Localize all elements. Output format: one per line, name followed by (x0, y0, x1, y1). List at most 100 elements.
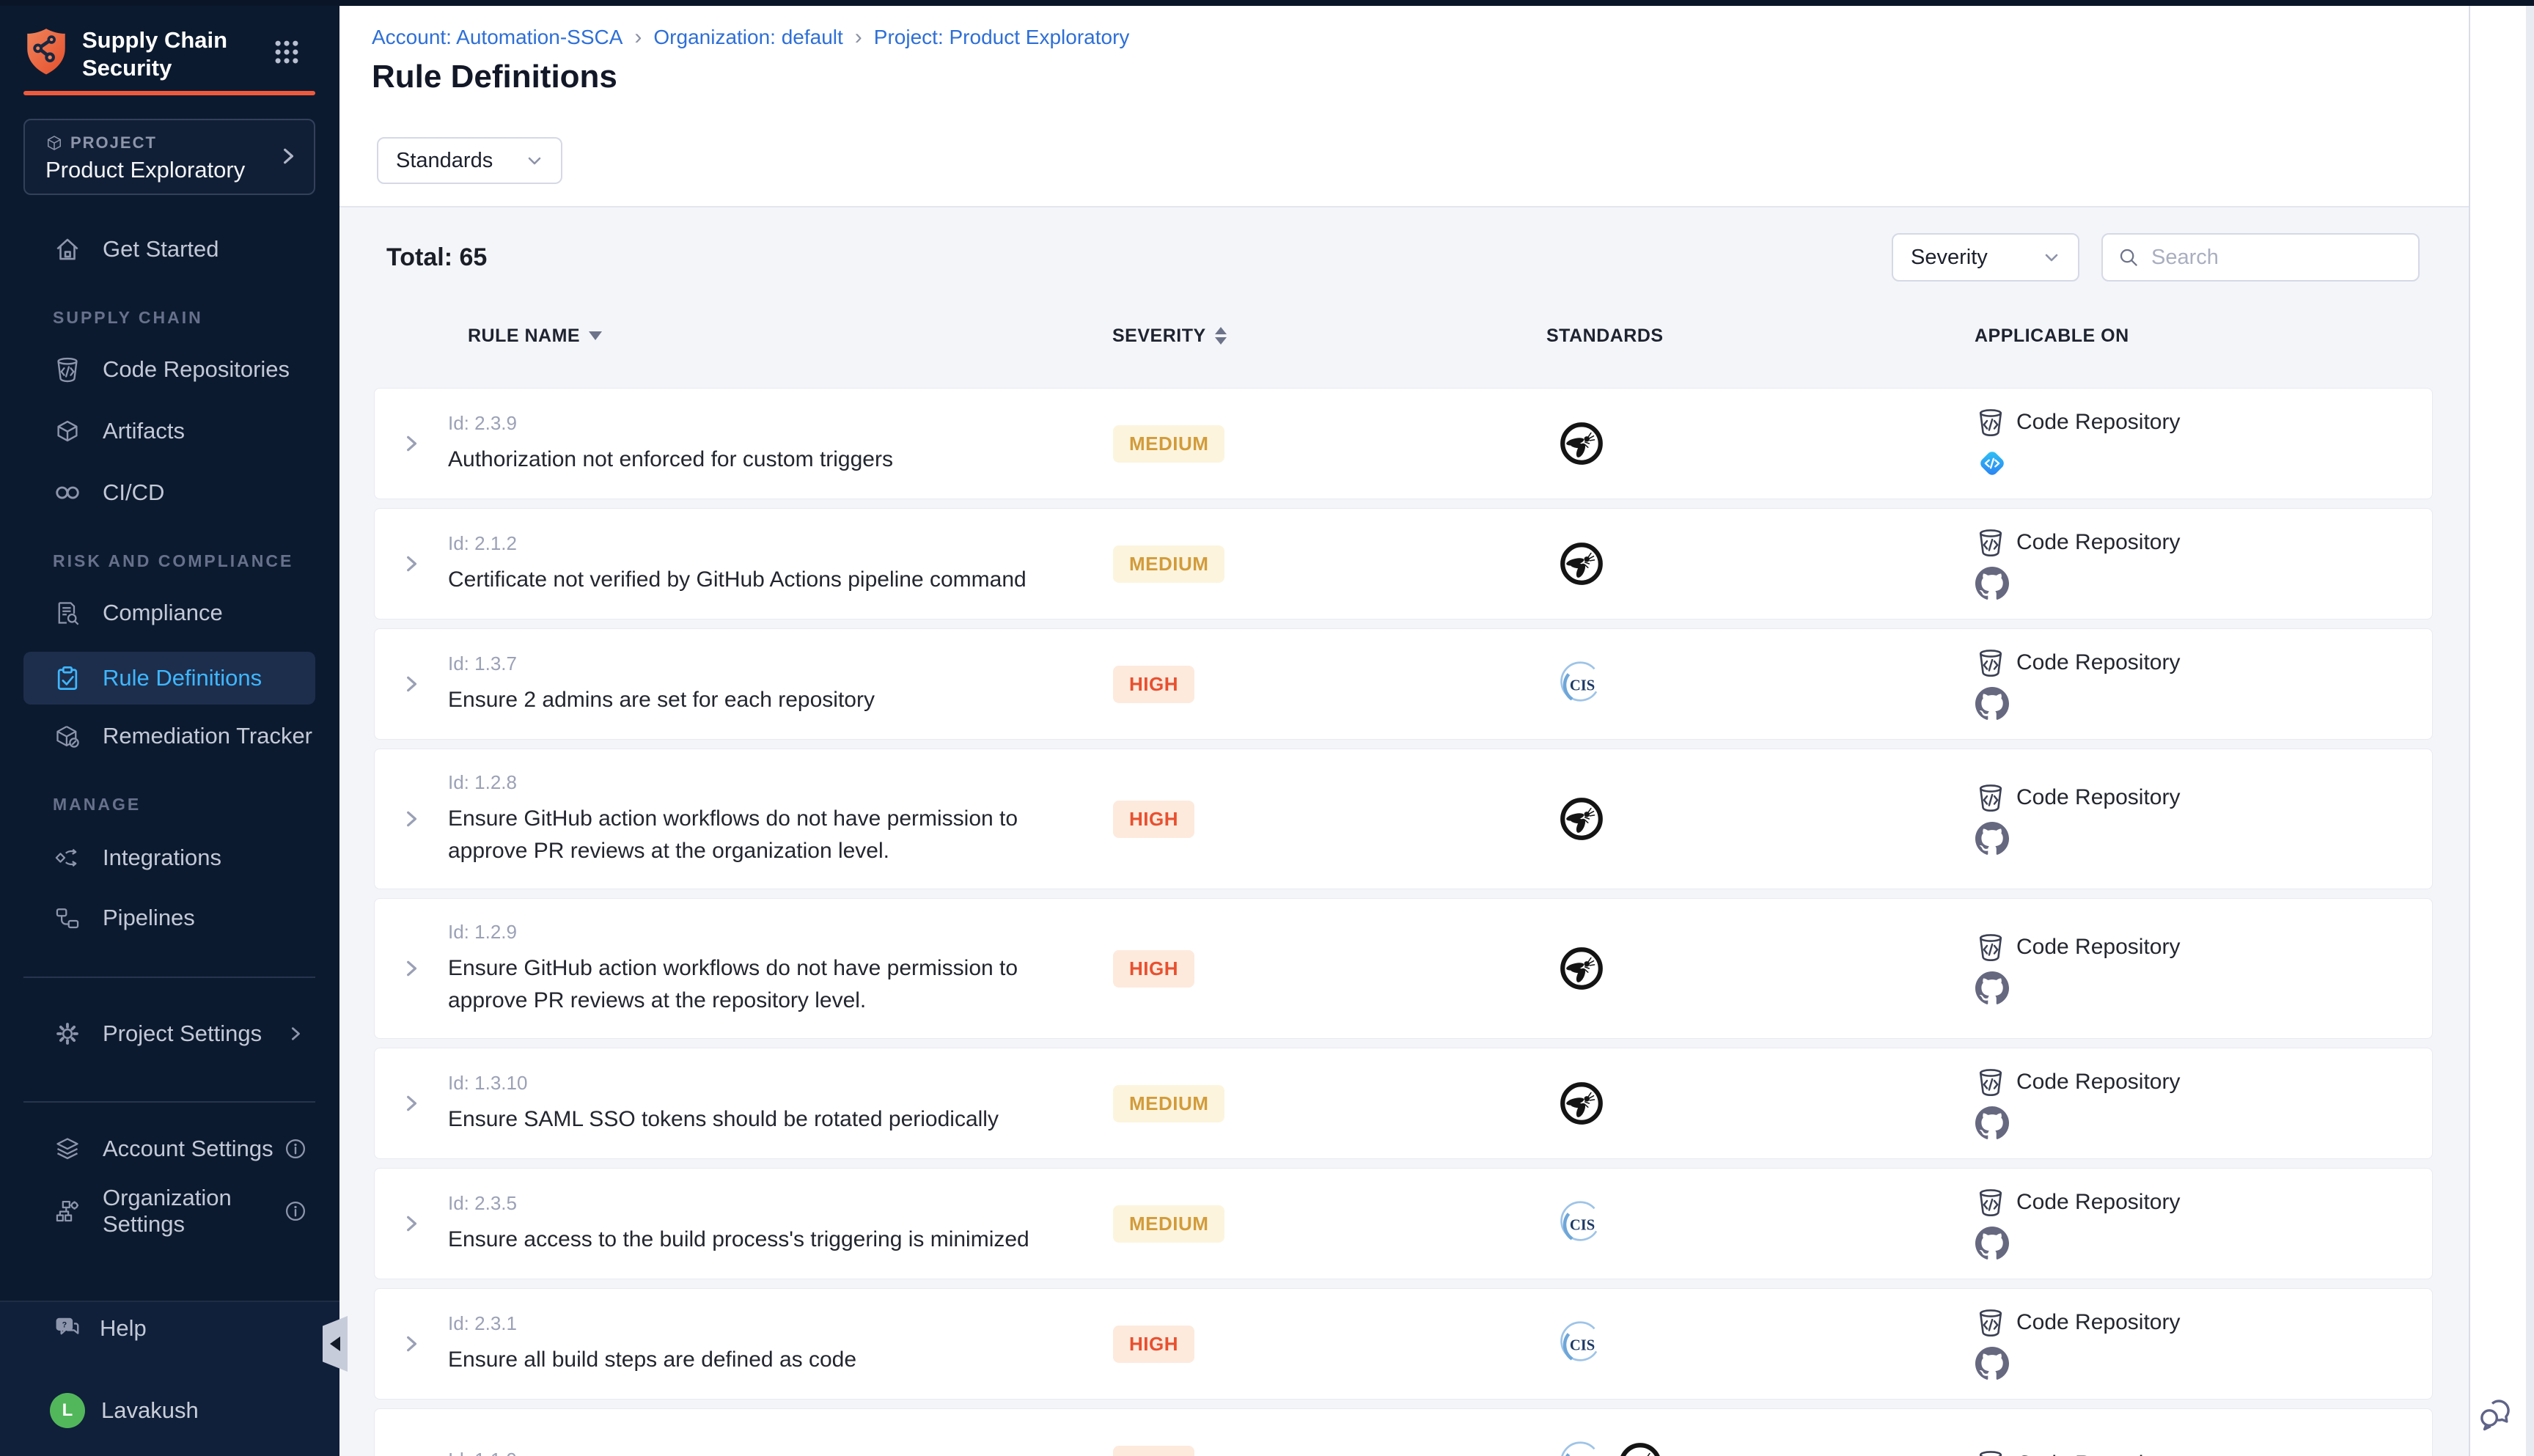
code-repo-icon (53, 355, 82, 384)
table-row[interactable]: Id: 1.3.10 Ensure SAML SSO tokens should… (374, 1048, 2433, 1159)
sidebar-item-get-started[interactable]: Get Started (23, 223, 315, 276)
sidebar-item-account-settings[interactable]: Account Settings (23, 1122, 315, 1175)
app-switcher-grid-icon[interactable] (273, 38, 301, 66)
applicable-on-label: Code Repository (2016, 530, 2180, 555)
layers-icon (53, 1134, 82, 1163)
sort-updown-icon (1215, 327, 1227, 345)
sidebar-item-code-repositories[interactable]: Code Repositories (23, 343, 315, 396)
table-row[interactable]: Id: 1.3.7 Ensure 2 admins are set for ea… (374, 628, 2433, 740)
sidebar-divider (23, 977, 315, 978)
severity-filter-dropdown[interactable]: Severity (1892, 233, 2079, 282)
sidebar-item-label: Artifacts (103, 418, 185, 444)
sidebar-item-rule-definitions[interactable]: Rule Definitions (23, 652, 315, 705)
breadcrumb-separator: › (634, 25, 642, 50)
standards-cell (1547, 629, 1975, 739)
applicable-on-label: Code Repository (2016, 410, 2180, 435)
rule-id: Id: 1.3.10 (448, 1072, 1069, 1095)
standards-cell (1547, 1169, 1975, 1279)
applicable-on-cell: Code Repository (1975, 749, 2432, 889)
sidebar-item-integrations[interactable]: Integrations (23, 831, 315, 884)
breadcrumb-account-link[interactable]: Account: Automation-SSCA (372, 26, 623, 49)
sidebar-item-label: Code Repositories (103, 356, 290, 383)
sidebar-item-cicd[interactable]: CI/CD (23, 466, 315, 519)
chevron-down-icon (2043, 249, 2060, 266)
chevron-down-icon (526, 152, 543, 169)
search-input[interactable] (2151, 246, 2403, 270)
owasp-standard-icon (1557, 419, 1606, 468)
severity-badge: HIGH (1113, 666, 1194, 703)
column-header-rule-name[interactable]: RULE NAME (447, 326, 1112, 347)
applicable-on-cell: Code Repository (1975, 1409, 2432, 1456)
table-row[interactable]: Id: 1.1.9 HIGH Code Repository (374, 1408, 2433, 1456)
artifact-box-icon (53, 416, 82, 446)
rule-name: Ensure 2 admins are set for each reposit… (448, 684, 1069, 716)
sidebar-footer: ? Help L Lavakush (0, 1301, 339, 1456)
chat-support-icon[interactable] (2477, 1396, 2515, 1434)
row-expand-chevron-icon[interactable] (375, 899, 448, 1038)
github-icon (1975, 687, 2009, 721)
table-row[interactable]: Id: 2.3.5 Ensure access to the build pro… (374, 1168, 2433, 1279)
table-row[interactable]: Id: 1.2.8 Ensure GitHub action workflows… (374, 749, 2433, 889)
sidebar-item-compliance[interactable]: Compliance (23, 587, 315, 639)
code-repository-icon (1975, 527, 2006, 558)
applicable-on-cell: Code Repository (1975, 1289, 2432, 1399)
sidebar-divider (23, 1101, 315, 1103)
sidebar-item-artifacts[interactable]: Artifacts (23, 405, 315, 457)
owasp-standard-icon (1557, 540, 1606, 588)
breadcrumb-organization-link[interactable]: Organization: default (653, 26, 842, 49)
column-header-severity[interactable]: SEVERITY (1112, 326, 1546, 347)
info-icon[interactable] (284, 1138, 306, 1160)
clipboard-check-icon (53, 663, 82, 693)
rule-id: Id: 1.2.9 (448, 921, 1069, 944)
table-row[interactable]: Id: 2.1.2 Certificate not verified by Gi… (374, 508, 2433, 619)
breadcrumb: Account: Automation-SSCA › Organization:… (372, 25, 1129, 50)
row-expand-chevron-icon[interactable] (375, 1169, 448, 1279)
scrollbar-track[interactable] (2526, 6, 2534, 1456)
row-expand-chevron-icon[interactable] (375, 1048, 448, 1158)
table-row[interactable]: Id: 1.2.9 Ensure GitHub action workflows… (374, 898, 2433, 1039)
applicable-on-label: Code Repository (2016, 935, 2180, 960)
breadcrumb-project-link[interactable]: Project: Product Exploratory (874, 26, 1130, 49)
sidebar-item-organization-settings[interactable]: Organization Settings (23, 1185, 315, 1238)
standards-cell (1547, 899, 1975, 1038)
code-repository-icon (1975, 932, 2006, 963)
applicable-on-label: Code Repository (2016, 1310, 2180, 1335)
sidebar-item-help[interactable]: ? Help (23, 1302, 315, 1355)
severity-badge: HIGH (1113, 1446, 1194, 1456)
table-row[interactable]: Id: 2.3.9 Authorization not enforced for… (374, 388, 2433, 499)
info-icon[interactable] (284, 1200, 306, 1222)
row-expand-chevron-icon[interactable] (375, 629, 448, 739)
severity-badge: MEDIUM (1113, 425, 1224, 463)
owasp-standard-icon (1557, 795, 1606, 843)
sidebar-item-label: Rule Definitions (103, 665, 262, 691)
column-header-applicable-on: APPLICABLE ON (1975, 326, 2433, 347)
user-name: Lavakush (101, 1397, 199, 1424)
row-expand-chevron-icon[interactable] (375, 389, 448, 499)
severity-badge: MEDIUM (1113, 1205, 1224, 1243)
right-rail (2469, 6, 2534, 1456)
sidebar-item-label: Project Settings (103, 1021, 262, 1047)
sidebar-item-label: Compliance (103, 600, 223, 626)
document-search-icon (53, 598, 82, 628)
rules-table: Id: 2.3.9 Authorization not enforced for… (374, 388, 2433, 1456)
applicable-on-label: Code Repository (2016, 1190, 2180, 1215)
sidebar-user[interactable]: L Lavakush (23, 1384, 315, 1437)
row-expand-chevron-icon[interactable] (375, 749, 448, 889)
section-label-supply-chain: SUPPLY CHAIN (53, 308, 203, 328)
row-expand-chevron-icon[interactable] (375, 1289, 448, 1399)
sidebar-item-pipelines[interactable]: Pipelines (23, 891, 315, 944)
cis-standard-icon (1557, 1440, 1606, 1456)
row-expand-chevron-icon[interactable] (375, 1409, 448, 1456)
project-selector[interactable]: PROJECT Product Exploratory (23, 119, 315, 195)
standards-dropdown[interactable]: Standards (377, 137, 562, 184)
sidebar: Supply Chain Security PROJECT Product Ex… (0, 0, 339, 1456)
applicable-on-label: Code Repository (2016, 785, 2180, 810)
table-row[interactable]: Id: 2.3.1 Ensure all build steps are def… (374, 1288, 2433, 1400)
applicable-on-label: Code Repository (2016, 650, 2180, 675)
row-expand-chevron-icon[interactable] (375, 509, 448, 619)
sidebar-item-project-settings[interactable]: Project Settings (23, 1007, 315, 1060)
sidebar-item-remediation-tracker[interactable]: Remediation Tracker (23, 710, 315, 762)
pipelines-icon (53, 903, 82, 933)
box-tracker-icon (53, 721, 82, 751)
owasp-standard-icon (1557, 1079, 1606, 1128)
